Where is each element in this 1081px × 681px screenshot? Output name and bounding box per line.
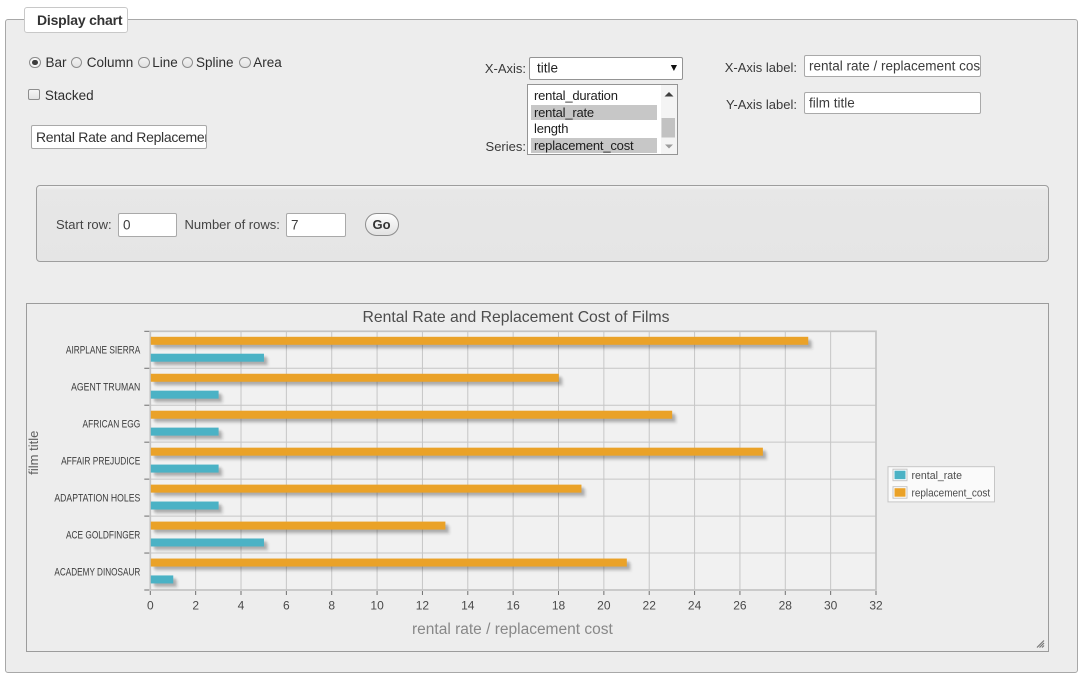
svg-text:AIRPLANE SIERRA: AIRPLANE SIERRA bbox=[66, 345, 141, 357]
svg-text:6: 6 bbox=[283, 598, 290, 612]
svg-text:20: 20 bbox=[597, 598, 611, 612]
svg-text:22: 22 bbox=[643, 598, 657, 612]
svg-text:AFRICAN EGG: AFRICAN EGG bbox=[83, 419, 141, 431]
svg-text:28: 28 bbox=[779, 598, 793, 612]
svg-text:8: 8 bbox=[328, 598, 335, 612]
svg-text:rental rate / replacement cost: rental rate / replacement cost bbox=[412, 621, 613, 638]
svg-text:12: 12 bbox=[416, 598, 430, 612]
svg-text:2: 2 bbox=[192, 598, 199, 612]
svg-text:4: 4 bbox=[238, 598, 245, 612]
svg-text:Rental Rate and Replacement Co: Rental Rate and Replacement Cost of Film… bbox=[363, 309, 670, 326]
svg-text:0: 0 bbox=[147, 598, 154, 612]
svg-text:10: 10 bbox=[370, 598, 384, 612]
svg-text:ADAPTATION HOLES: ADAPTATION HOLES bbox=[54, 493, 140, 505]
svg-text:16: 16 bbox=[506, 598, 520, 612]
svg-text:film title: film title bbox=[27, 431, 41, 475]
svg-text:AGENT TRUMAN: AGENT TRUMAN bbox=[71, 382, 140, 394]
svg-text:30: 30 bbox=[824, 598, 838, 612]
svg-text:26: 26 bbox=[733, 598, 747, 612]
svg-text:replacement_cost: replacement_cost bbox=[912, 488, 991, 500]
svg-text:18: 18 bbox=[552, 598, 566, 612]
svg-text:32: 32 bbox=[869, 598, 883, 612]
svg-text:14: 14 bbox=[461, 598, 475, 612]
svg-text:ACADEMY DINOSAUR: ACADEMY DINOSAUR bbox=[54, 566, 140, 578]
svg-text:AFFAIR PREJUDICE: AFFAIR PREJUDICE bbox=[61, 456, 140, 468]
svg-text:24: 24 bbox=[688, 598, 702, 612]
svg-text:rental_rate: rental_rate bbox=[912, 470, 963, 482]
svg-text:ACE GOLDFINGER: ACE GOLDFINGER bbox=[66, 530, 140, 542]
